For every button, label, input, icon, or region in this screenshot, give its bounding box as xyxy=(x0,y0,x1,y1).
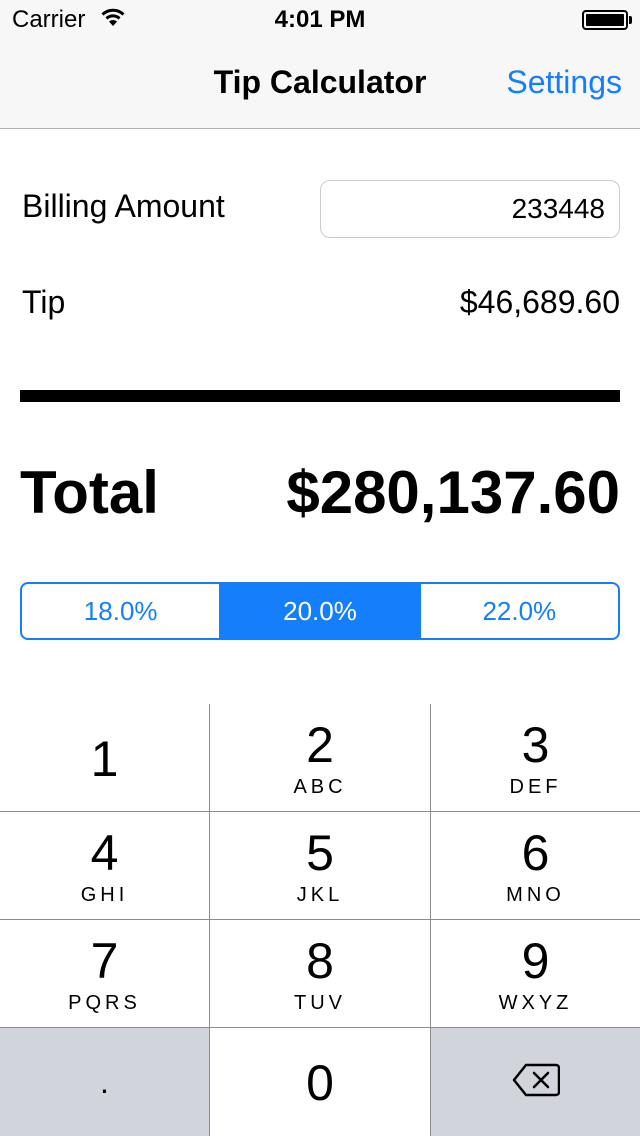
segment-18-percent[interactable]: 18.0% xyxy=(22,584,219,638)
key-letters: TUV xyxy=(294,992,346,1014)
key-decimal[interactable]: . xyxy=(0,1028,209,1136)
billing-amount-field[interactable] xyxy=(320,180,620,238)
key-letters: DEF xyxy=(509,776,562,798)
tip-value: $46,689.60 xyxy=(459,284,620,320)
key-digit: 7 xyxy=(90,933,119,989)
status-bar: Carrier 4:01 PM xyxy=(0,0,640,40)
key-1[interactable]: 1 xyxy=(0,704,209,811)
number-keypad: 1 2 ABC 3 DEF 4 GHI 5 JKL 6 MNO 7 PQRS 8… xyxy=(0,704,640,1136)
battery-icon xyxy=(582,10,628,30)
key-digit: 1 xyxy=(90,731,119,787)
backspace-key[interactable] xyxy=(431,1028,640,1136)
key-5[interactable]: 5 JKL xyxy=(210,812,430,919)
battery-tip xyxy=(629,16,632,24)
navigation-bar: Tip Calculator Settings xyxy=(0,40,640,129)
key-2[interactable]: 2 ABC xyxy=(210,704,430,811)
key-3[interactable]: 3 DEF xyxy=(431,704,640,811)
segment-22-percent[interactable]: 22.0% xyxy=(418,584,618,638)
tip-percentage-control: 18.0% 20.0% 22.0% xyxy=(20,582,620,640)
key-8[interactable]: 8 TUV xyxy=(210,920,430,1027)
key-letters: WXYZ xyxy=(498,992,573,1014)
key-letters: ABC xyxy=(293,776,347,798)
divider xyxy=(20,390,620,402)
key-digit: 3 xyxy=(521,717,550,773)
settings-button[interactable]: Settings xyxy=(506,64,622,101)
key-digit: 8 xyxy=(306,933,334,989)
backspace-icon xyxy=(512,1063,560,1102)
key-0[interactable]: 0 xyxy=(210,1028,430,1136)
key-digit: 0 xyxy=(306,1055,334,1111)
clock: 4:01 PM xyxy=(274,6,366,33)
key-letters: JKL xyxy=(296,884,344,906)
billing-amount-label: Billing Amount xyxy=(22,188,225,224)
key-digit: 9 xyxy=(521,933,550,989)
key-letters: PQRS xyxy=(68,992,141,1014)
key-digit: 2 xyxy=(306,717,334,773)
tip-label: Tip xyxy=(22,284,66,320)
total-label: Total xyxy=(20,459,159,526)
segment-20-percent[interactable]: 20.0% xyxy=(219,584,419,638)
key-6[interactable]: 6 MNO xyxy=(431,812,640,919)
key-7[interactable]: 7 PQRS xyxy=(0,920,209,1027)
key-4[interactable]: 4 GHI xyxy=(0,812,209,919)
key-letters: GHI xyxy=(80,884,129,906)
key-9[interactable]: 9 WXYZ xyxy=(431,920,640,1027)
total-value: $280,137.60 xyxy=(286,459,620,526)
key-digit: 5 xyxy=(306,825,334,881)
key-digit: 6 xyxy=(521,825,550,881)
key-digit: . xyxy=(100,1064,109,1100)
key-letters: MNO xyxy=(506,884,565,906)
key-digit: 4 xyxy=(90,825,119,881)
